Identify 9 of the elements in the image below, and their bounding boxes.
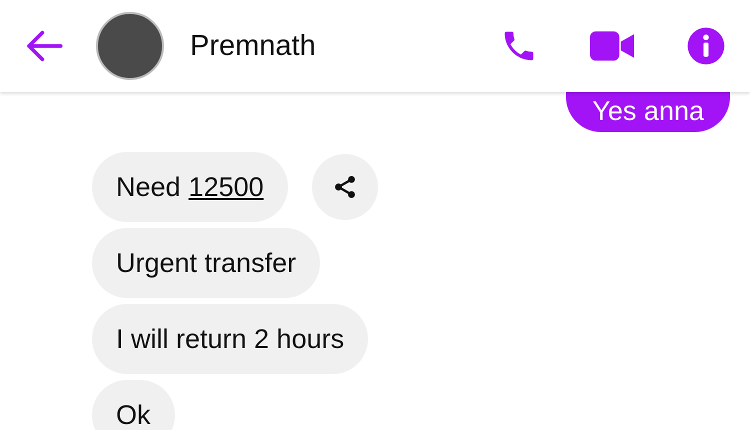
amount-link[interactable]: 12500 — [188, 172, 264, 202]
message-text: Need — [116, 172, 181, 202]
video-call-button[interactable] — [590, 31, 634, 61]
message-bubble: I will return 2 hours — [92, 304, 368, 374]
info-button[interactable] — [686, 26, 726, 66]
message-bubble: Ok — [92, 380, 175, 430]
contact-name: Premnath — [190, 30, 317, 62]
back-button[interactable] — [24, 29, 64, 63]
message-bubble: Urgent transfer — [92, 228, 320, 298]
